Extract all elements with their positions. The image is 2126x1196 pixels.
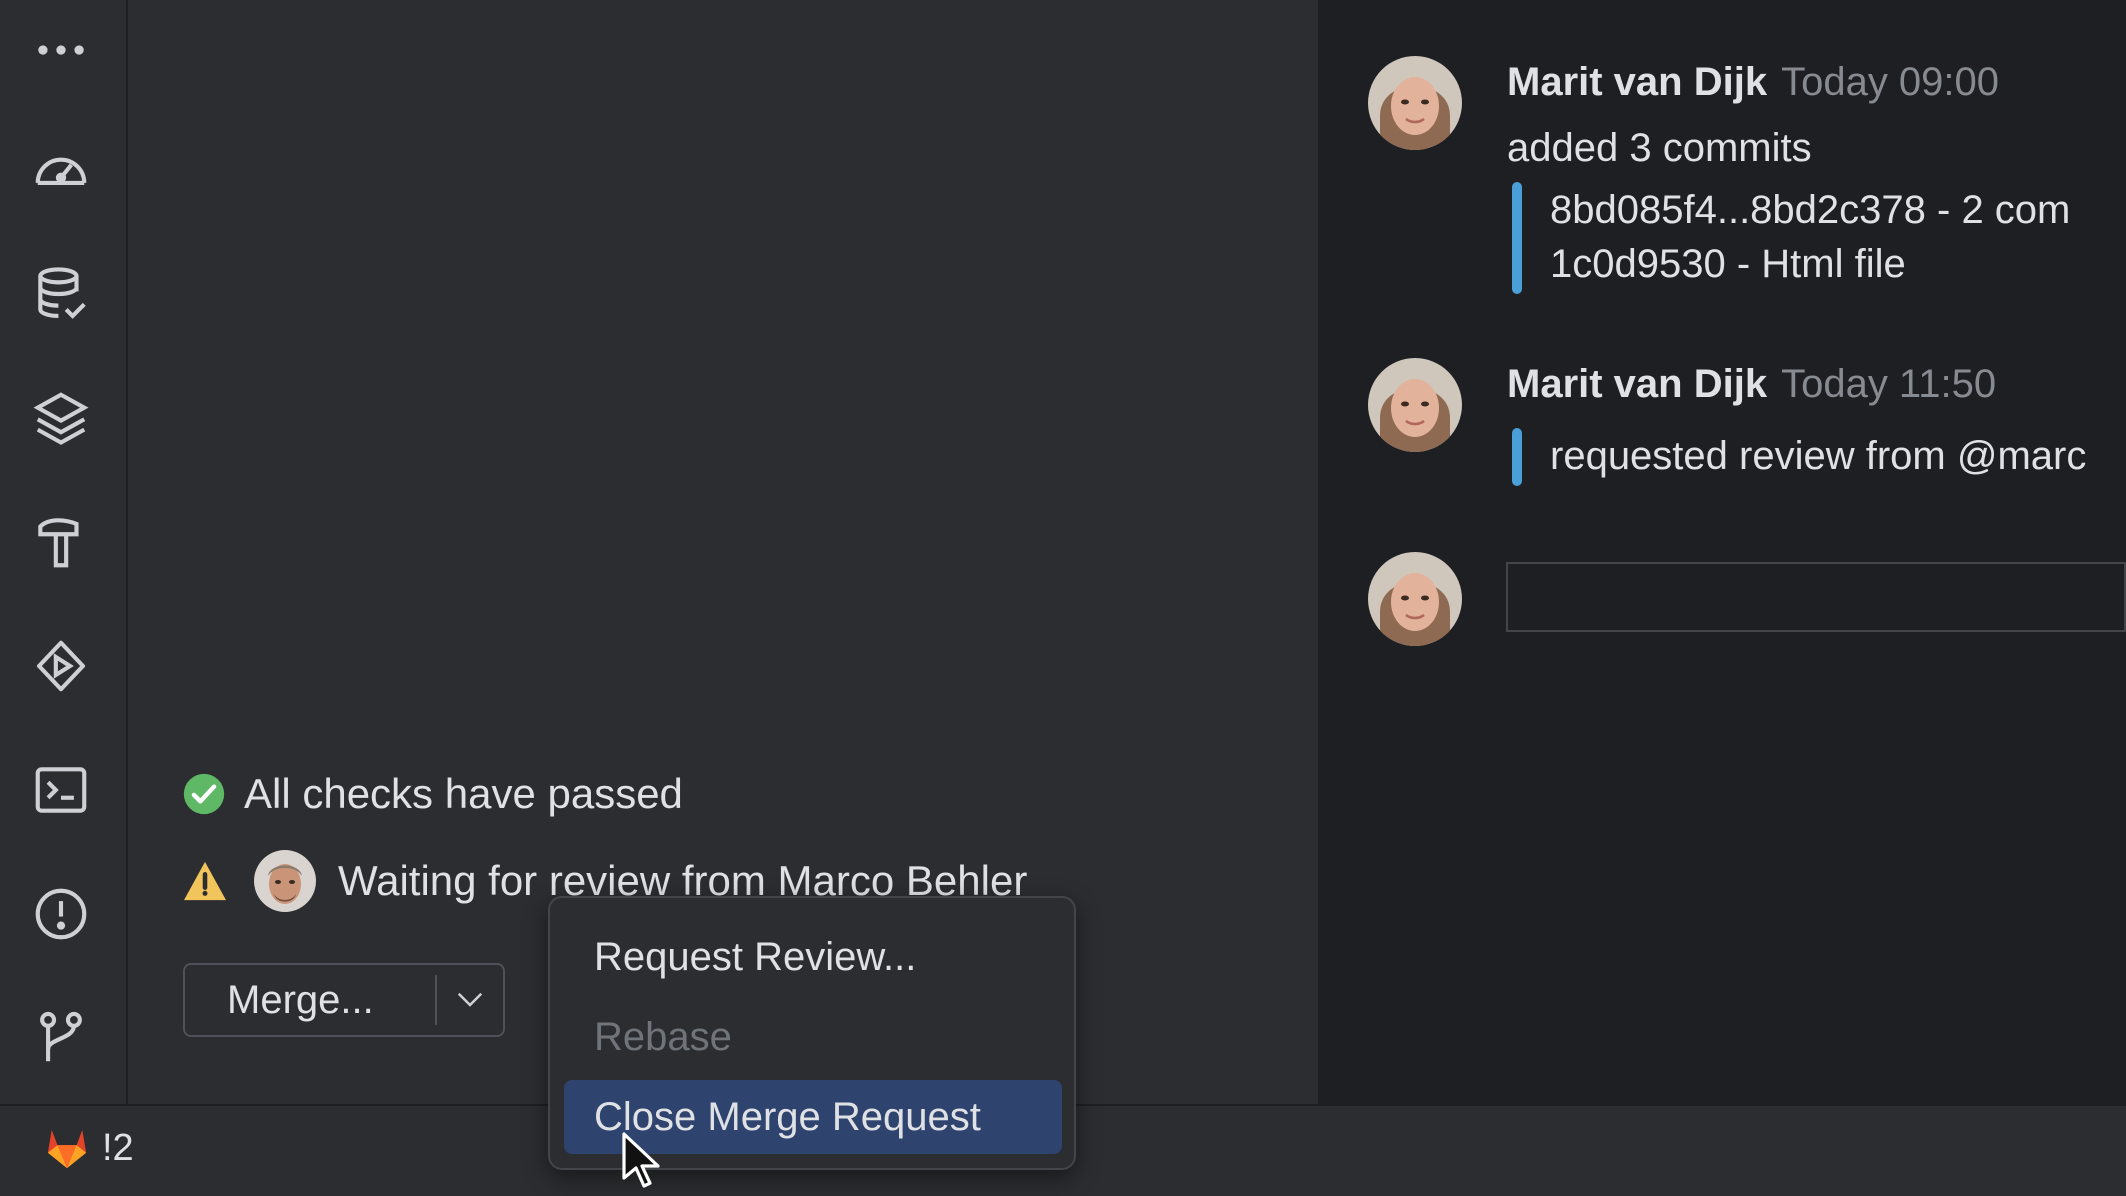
more-icon[interactable] xyxy=(27,16,95,84)
current-user-avatar xyxy=(1368,552,1462,646)
build-hammer-icon[interactable] xyxy=(27,508,95,576)
event-time: Today 11:50 xyxy=(1781,362,1997,406)
menu-item-label: Request Review... xyxy=(594,934,917,979)
merge-split-button: Merge... xyxy=(183,963,505,1037)
mouse-cursor-icon xyxy=(622,1132,660,1188)
check-circle-icon xyxy=(183,773,225,815)
checks-status-text: All checks have passed xyxy=(244,770,683,817)
event-bar xyxy=(1512,428,1522,486)
reviewer-avatar xyxy=(254,850,316,912)
chevron-down-icon xyxy=(457,992,483,1007)
git-branch-icon[interactable] xyxy=(27,1004,95,1072)
merge-dropdown-button[interactable] xyxy=(437,990,503,1010)
commit-link[interactable]: 1c0d9530 - Html file xyxy=(1550,242,1906,287)
database-check-icon[interactable] xyxy=(27,260,95,328)
author-avatar xyxy=(1368,358,1462,452)
merge-options-popup: Request Review... Rebase Close Merge Req… xyxy=(548,896,1076,1170)
menu-item-label: Rebase xyxy=(594,1014,732,1059)
merge-request-count: !2 xyxy=(102,1126,134,1169)
author-name: Marit van Dijk xyxy=(1507,60,1768,104)
terminal-icon[interactable] xyxy=(27,756,95,824)
menu-item-request-review[interactable]: Request Review... xyxy=(564,920,1062,994)
menu-item-rebase: Rebase xyxy=(564,1000,1062,1074)
event-text: requested review from @marc xyxy=(1550,434,2087,478)
event-time: Today 09:00 xyxy=(1781,60,2000,104)
author-name: Marit van Dijk xyxy=(1507,362,1768,406)
layers-icon[interactable] xyxy=(27,384,95,452)
event-text: added 3 commits xyxy=(1507,126,1812,170)
commit-list-bar xyxy=(1512,182,1522,294)
commit-link[interactable]: 8bd085f4...8bd2c378 - 2 com xyxy=(1550,188,2070,233)
checks-status-row: All checks have passed xyxy=(182,770,683,818)
comment-input[interactable] xyxy=(1506,562,2126,632)
author-avatar xyxy=(1368,56,1462,150)
gitlab-mr-widget[interactable]: !2 xyxy=(44,1126,134,1170)
gitlab-icon xyxy=(47,1129,87,1169)
problems-icon[interactable] xyxy=(27,880,95,948)
tool-window-sidebar xyxy=(0,0,128,1104)
warning-icon xyxy=(184,861,226,901)
event-author: Marit van Dijk Today 09:00 xyxy=(1507,60,1999,105)
run-icon[interactable] xyxy=(27,632,95,700)
merge-button[interactable]: Merge... xyxy=(185,978,435,1023)
event-author: Marit van Dijk Today 11:50 xyxy=(1507,362,1996,407)
dashboard-icon[interactable] xyxy=(27,136,95,204)
